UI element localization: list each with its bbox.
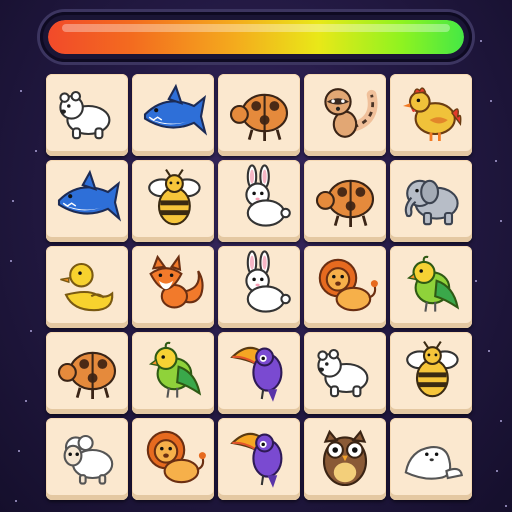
toucan-icon	[230, 346, 283, 402]
star	[505, 505, 507, 507]
tile-shark[interactable]	[46, 160, 128, 242]
tile-shark[interactable]	[132, 74, 214, 156]
star	[30, 330, 32, 332]
tile-lion[interactable]	[132, 418, 214, 500]
polar-bear-icon	[59, 90, 111, 140]
parakeet-icon	[406, 255, 460, 312]
tile-fox[interactable]	[132, 246, 214, 328]
tile-toucan[interactable]	[218, 418, 300, 500]
timer-shine	[62, 24, 450, 32]
tile-ladybug[interactable]	[46, 332, 128, 414]
shark-icon	[57, 169, 122, 222]
tile-parakeet[interactable]	[390, 246, 472, 328]
star	[500, 220, 502, 222]
tile-rooster[interactable]	[390, 74, 472, 156]
star	[490, 100, 492, 102]
ladybug-icon	[229, 93, 289, 141]
tile-seal[interactable]	[390, 418, 472, 500]
star	[20, 90, 22, 92]
star	[500, 420, 502, 422]
rabbit-icon	[245, 164, 291, 227]
duck-icon	[60, 262, 114, 312]
timer-track	[48, 20, 464, 54]
tile-elephant[interactable]	[390, 160, 472, 242]
star	[12, 200, 14, 202]
star	[15, 500, 17, 502]
tile-polar-bear[interactable]	[46, 74, 128, 156]
star	[18, 450, 20, 452]
ladybug-icon	[315, 179, 375, 227]
tile-toucan[interactable]	[218, 332, 300, 414]
tile-rabbit[interactable]	[218, 246, 300, 328]
star	[488, 350, 490, 352]
fox-icon	[149, 254, 204, 309]
toucan-icon	[230, 432, 283, 488]
star	[35, 150, 37, 152]
tile-bee[interactable]	[390, 332, 472, 414]
tile-ladybug[interactable]	[304, 160, 386, 242]
tile-bee[interactable]	[132, 160, 214, 242]
tile-polar-bear[interactable]	[304, 332, 386, 414]
shark-icon	[143, 83, 208, 136]
lion-icon	[146, 430, 206, 484]
tile-raccoon[interactable]	[304, 74, 386, 156]
star	[495, 160, 497, 162]
star	[496, 470, 498, 472]
elephant-icon	[404, 179, 459, 226]
star	[480, 40, 482, 42]
sheep-icon	[63, 434, 114, 485]
polar-bear-icon	[317, 348, 369, 398]
timer-bar	[40, 12, 472, 62]
parakeet-icon	[148, 341, 202, 398]
bee-icon	[406, 341, 459, 398]
raccoon-icon	[324, 88, 378, 138]
tile-lion[interactable]	[304, 246, 386, 328]
star	[25, 400, 27, 402]
tile-sheep[interactable]	[46, 418, 128, 500]
tile-duck[interactable]	[46, 246, 128, 328]
rabbit-icon	[245, 250, 291, 313]
owl-icon	[322, 429, 368, 487]
bee-icon	[148, 169, 201, 226]
tile-owl[interactable]	[304, 418, 386, 500]
star	[10, 260, 12, 262]
seal-icon	[404, 446, 463, 480]
tile-board	[46, 74, 476, 504]
ladybug-icon	[57, 351, 117, 399]
rooster-icon	[403, 87, 462, 141]
tile-ladybug[interactable]	[218, 74, 300, 156]
tile-parakeet[interactable]	[132, 332, 214, 414]
lion-icon	[318, 258, 378, 312]
tile-rabbit[interactable]	[218, 160, 300, 242]
